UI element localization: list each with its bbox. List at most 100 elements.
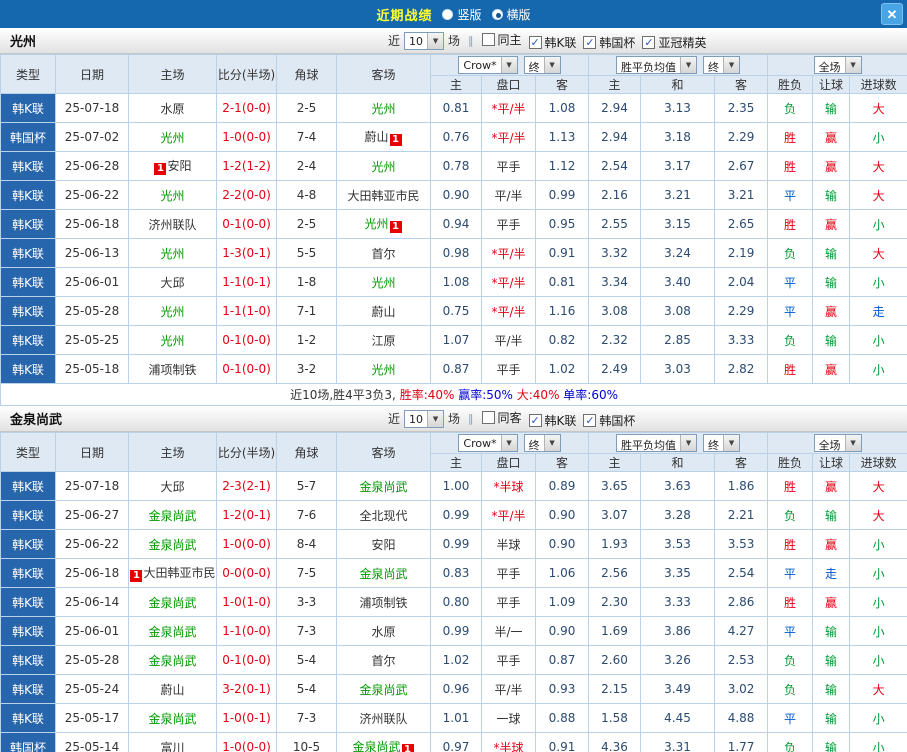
odds-company-select[interactable]: Crow* ▼: [458, 434, 518, 452]
corner-cell: 7-1: [276, 296, 337, 326]
team-label: 蔚山: [371, 304, 396, 319]
match-row: 韩K联 25-06-14 金泉尚武 1-0(1-0) 3-3 浦项制铁 0.80 平手 1.09…: [0, 587, 907, 617]
filter-option[interactable]: ✓ 韩K联: [528, 412, 576, 429]
mean-home-cell: 2.49: [588, 354, 642, 384]
filter-option[interactable]: ✓ 韩国杯: [583, 412, 635, 429]
scope-select[interactable]: 全场 ▼: [813, 434, 862, 452]
layout-option-horizontal[interactable]: 横版: [491, 6, 531, 23]
checkbox-icon[interactable]: ✓: [528, 413, 542, 427]
home-team-cell: 金泉尚武: [128, 616, 217, 646]
dropdown-arrow-icon: ▼: [844, 435, 861, 451]
radio-icon: [442, 8, 454, 20]
corner-cell: 3-3: [276, 587, 337, 617]
recent-count-select[interactable]: 10 ▼: [404, 31, 445, 50]
handicap-result-cell: 赢: [812, 587, 851, 617]
wdl-result-cell: 负: [767, 674, 814, 704]
team-label: 光州: [160, 130, 185, 145]
checkbox-icon[interactable]: ✓: [583, 35, 597, 49]
dropdown-arrow-icon: ▼: [723, 435, 740, 451]
goals-result-cell: 走: [849, 296, 907, 326]
filter-option[interactable]: ✓ 韩K联: [528, 34, 576, 51]
mean-home-cell: 1.58: [588, 703, 642, 733]
scope-select[interactable]: 全场 ▼: [813, 56, 862, 74]
mean-away-cell: 1.86: [714, 471, 769, 501]
filter-option[interactable]: ✓ 亚冠精英: [642, 34, 706, 51]
summary-segment: 胜率:40%: [399, 388, 459, 402]
col-header-mean-draw: 和: [640, 75, 716, 94]
mean-type-select[interactable]: 胜平负均值 ▼: [616, 56, 698, 74]
filter-option[interactable]: 同客: [481, 409, 522, 426]
goals-result-cell: 大: [849, 238, 907, 268]
mean-home-cell: 2.54: [588, 151, 642, 181]
score-cell: 1-2(1-2): [216, 151, 277, 181]
home-odds-cell: 0.97: [430, 732, 482, 752]
recent-count-select[interactable]: 10 ▼: [404, 409, 445, 428]
match-row: 韩K联 25-05-24 蔚山 3-2(0-1) 5-4 金泉尚武 0.96 平/半 0.93 2…: [0, 674, 907, 704]
filter-option[interactable]: ✓ 韩国杯: [583, 34, 635, 51]
mean-home-cell: 3.32: [588, 238, 642, 268]
matches-table: 类型 日期 主场 比分(半场) 角球 客场 Crow* ▼ 终 ▼ 胜平负均值 …: [0, 54, 907, 406]
filter-option[interactable]: 同主: [481, 31, 522, 48]
wdl-result-cell: 负: [767, 645, 814, 675]
mean-type-select[interactable]: 胜平负均值 ▼: [616, 434, 698, 452]
close-icon: ✕: [886, 6, 898, 22]
match-date-cell: 25-06-13: [55, 238, 129, 268]
league-type-cell: 韩K联: [0, 180, 56, 210]
handicap-result-cell: 输: [812, 674, 851, 704]
dropdown-arrow-icon: ▼: [543, 57, 560, 73]
mean-draw-cell: 3.40: [640, 267, 716, 297]
home-team-cell: 光州: [128, 180, 217, 210]
section-header: 金泉尚武 近 10 ▼ 场 ‖ 同客 ✓ 韩K联 ✓ 韩国杯: [0, 406, 907, 432]
mean-away-cell: 2.65: [714, 209, 769, 239]
away-odds-cell: 1.06: [534, 558, 590, 588]
away-odds-cell: 1.08: [534, 93, 590, 123]
odds-company-select[interactable]: Crow* ▼: [458, 56, 518, 74]
wdl-result-cell: 负: [767, 732, 814, 752]
handicap-line-cell: 平/半: [481, 180, 536, 210]
filter-label: 韩国杯: [599, 35, 636, 50]
summary-segment: 单率:60%: [563, 388, 618, 402]
mean-away-cell: 2.86: [714, 587, 769, 617]
goals-result-cell: 小: [849, 267, 907, 297]
checkbox-icon[interactable]: ✓: [583, 413, 597, 427]
mean-stage-select[interactable]: 终 ▼: [703, 56, 741, 74]
handicap-result-cell: 赢: [812, 471, 851, 501]
corner-cell: 5-7: [276, 471, 337, 501]
match-date-cell: 25-05-17: [55, 703, 129, 733]
goals-result-cell: 大: [849, 180, 907, 210]
odds-stage-select[interactable]: 终 ▼: [523, 56, 561, 74]
handicap-result-cell: 输: [812, 267, 851, 297]
mean-draw-cell: 3.63: [640, 471, 716, 501]
handicap-line-cell: 平/半: [481, 325, 536, 355]
league-type-cell: 韩国杯: [0, 732, 56, 752]
mean-stage-select[interactable]: 终 ▼: [703, 434, 741, 452]
close-button[interactable]: ✕: [881, 3, 903, 25]
home-team-cell: 济州联队: [128, 209, 217, 239]
goals-result-cell: 小: [849, 209, 907, 239]
col-header-mean-draw: 和: [640, 453, 716, 472]
handicap-line-cell: *平/半: [481, 267, 536, 297]
match-row: 韩K联 25-05-17 金泉尚武 1-0(0-1) 7-3 济州联队 1.01 一球 0.88…: [0, 703, 907, 733]
match-row: 韩K联 25-06-01 金泉尚武 1-1(0-0) 7-3 水原 0.99 半/一 0.90 1…: [0, 616, 907, 646]
team-section: 金泉尚武 近 10 ▼ 场 ‖ 同客 ✓ 韩K联 ✓ 韩国杯 类型 日期 主场 …: [0, 406, 907, 752]
checkbox-icon[interactable]: [481, 32, 495, 46]
odds-stage-select[interactable]: 终 ▼: [523, 434, 561, 452]
match-row: 韩K联 25-05-18 浦项制铁 0-1(0-0) 3-2 光州 0.87 平手 1.02 2.…: [0, 354, 907, 384]
match-date-cell: 25-06-18: [55, 209, 129, 239]
team-label: 1 安阳: [153, 159, 192, 175]
corner-cell: 5-4: [276, 674, 337, 704]
team-section: 光州 近 10 ▼ 场 ‖ 同主 ✓ 韩K联 ✓ 韩国杯 ✓ 亚冠精英 类型 日…: [0, 28, 907, 406]
checkbox-icon[interactable]: [481, 410, 495, 424]
home-odds-cell: 0.98: [430, 238, 482, 268]
home-team-cell: 金泉尚武: [128, 500, 217, 530]
score-cell: 2-3(2-1): [216, 471, 277, 501]
away-team-cell: 光州: [336, 354, 431, 384]
mean-draw-cell: 3.24: [640, 238, 716, 268]
checkbox-icon[interactable]: ✓: [642, 35, 656, 49]
corner-cell: 2-4: [276, 151, 337, 181]
home-team-cell: 光州: [128, 238, 217, 268]
home-odds-cell: 1.08: [430, 267, 482, 297]
checkbox-icon[interactable]: ✓: [528, 35, 542, 49]
layout-option-vertical[interactable]: 竖版: [442, 6, 482, 23]
red-card-badge: 1: [389, 134, 402, 146]
